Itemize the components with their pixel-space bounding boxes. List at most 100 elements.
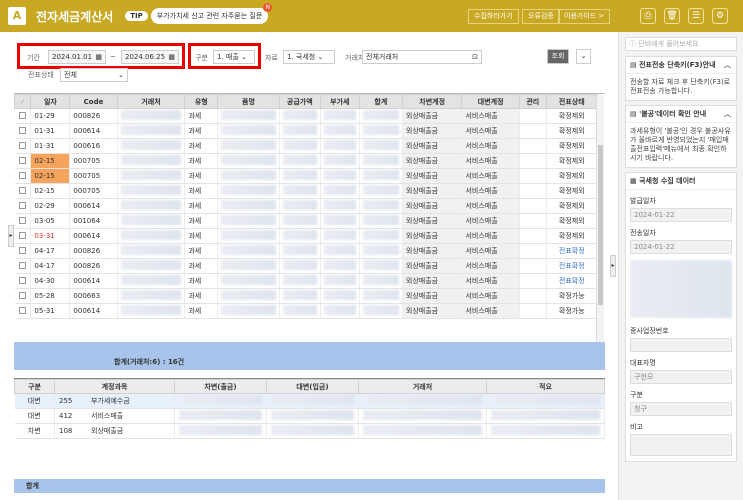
cell-partner[interactable] [117, 198, 186, 214]
checkbox-icon[interactable] [18, 261, 26, 269]
row-checkbox[interactable] [14, 183, 32, 199]
cell-vat[interactable] [320, 123, 360, 139]
row-checkbox[interactable] [14, 258, 32, 274]
chevron-up-icon[interactable]: ︿ [724, 106, 731, 122]
cell-item[interactable] [217, 243, 280, 259]
checkbox-icon[interactable] [18, 111, 26, 119]
cell-code[interactable]: 000616 [69, 138, 118, 154]
cell-type[interactable]: 과세 [184, 183, 219, 199]
table-row[interactable]: 04-17 000826 과세 외상매출금 서비스매출 전표확정 [14, 258, 599, 274]
detail-row[interactable]: 차변 108 외상매출금 [14, 423, 605, 439]
row-checkbox[interactable] [14, 303, 32, 319]
cell-code[interactable]: 000614 [69, 123, 118, 139]
cell-manage[interactable] [519, 288, 547, 304]
cell-code[interactable]: 000826 [69, 258, 118, 274]
checkbox-icon[interactable] [18, 291, 26, 299]
cell-vat[interactable] [320, 243, 360, 259]
cell-supply[interactable] [279, 153, 321, 169]
cell-total[interactable] [359, 213, 403, 229]
tip-link[interactable]: 부가가치세 신고 관련 자주묻는 질문 N [150, 3, 273, 24]
cell-vat[interactable] [320, 273, 360, 289]
cell-item[interactable] [217, 213, 280, 229]
cell-code[interactable]: 000705 [69, 183, 118, 199]
cell-account[interactable]: 255 부가세예수금 [54, 393, 175, 409]
cell-debit-amount[interactable] [174, 408, 267, 424]
table-row[interactable]: 03-05 001064 과세 외상매출금 서비스매출 확정제외 [14, 213, 599, 229]
cell-credit[interactable]: 서비스매출 [461, 138, 520, 154]
cell-type[interactable]: 과세 [184, 123, 219, 139]
cell-status[interactable]: 확정제외 [546, 123, 599, 139]
cell-date[interactable]: 04-30 [30, 273, 71, 289]
date-to-input[interactable]: 2024.06.25 ▦ [121, 50, 179, 64]
cell-partner[interactable] [117, 243, 186, 259]
date-from-input[interactable]: 2024.01.01 ▦ [48, 50, 106, 64]
table-row[interactable]: 01-31 000616 과세 외상매출금 서비스매출 확정제외 [14, 138, 599, 154]
cell-item[interactable] [217, 303, 280, 319]
assistant-search-input[interactable]: ⓘ 단비에게 물어보세요 [625, 37, 737, 51]
cell-detail-partner[interactable] [358, 393, 487, 409]
cell-type[interactable]: 과세 [184, 258, 219, 274]
collect-button[interactable]: 수집하러가기 [468, 9, 519, 24]
cell-debit[interactable]: 외상매출금 [402, 273, 463, 289]
cell-manage[interactable] [519, 123, 547, 139]
cell-credit[interactable]: 서비스매출 [461, 198, 520, 214]
cell-partner[interactable] [117, 258, 186, 274]
cell-date[interactable]: 02-15 [30, 183, 71, 199]
status-select[interactable]: 전체 ⌄ [60, 68, 128, 82]
detail-row[interactable]: 대변 255 부가세예수금 [14, 393, 605, 409]
cell-partner[interactable] [117, 288, 186, 304]
cell-manage[interactable] [519, 273, 547, 289]
cell-item[interactable] [217, 258, 280, 274]
cell-item[interactable] [217, 153, 280, 169]
cell-debit[interactable]: 외상매출금 [402, 153, 463, 169]
cell-credit[interactable]: 서비스매출 [461, 243, 520, 259]
table-row[interactable]: 01-29 000826 과세 외상매출금 서비스매출 확정제외 [14, 108, 599, 124]
col-supply[interactable]: 공급가액 [278, 94, 321, 109]
cell-item[interactable] [217, 108, 280, 124]
print-icon[interactable]: ⎙ [640, 8, 656, 24]
cell-total[interactable] [359, 153, 403, 169]
cell-supply[interactable] [279, 123, 321, 139]
cell-item[interactable] [217, 138, 280, 154]
cell-item[interactable] [217, 228, 280, 244]
cell-date[interactable]: 01-31 [30, 123, 71, 139]
cell-type[interactable]: 과세 [184, 243, 219, 259]
checkbox-icon[interactable] [18, 186, 26, 194]
cell-supply[interactable] [279, 213, 321, 229]
cell-debit[interactable]: 외상매출금 [402, 228, 463, 244]
cell-status[interactable]: 확정제외 [546, 138, 599, 154]
col-type[interactable]: 유형 [184, 94, 219, 109]
cell-vat[interactable] [320, 138, 360, 154]
cell-credit[interactable]: 서비스매출 [461, 303, 520, 319]
cell-code[interactable]: 000826 [69, 243, 118, 259]
cell-date[interactable]: 02-29 [30, 198, 71, 214]
cell-manage[interactable] [519, 258, 547, 274]
cell-manage[interactable] [519, 108, 547, 124]
cell-total[interactable] [359, 123, 403, 139]
table-row[interactable]: 01-31 000614 과세 외상매출금 서비스매출 확정제외 [14, 123, 599, 139]
row-checkbox[interactable] [14, 138, 32, 154]
cell-partner[interactable] [117, 228, 186, 244]
cell-vat[interactable] [320, 213, 360, 229]
shortcut-card-header[interactable]: ▤ 전표전송 단축키(F3)안내 ︿ [626, 57, 736, 74]
cell-memo[interactable] [486, 423, 605, 439]
cell-supply[interactable] [279, 198, 321, 214]
cell-credit[interactable]: 서비스매출 [461, 273, 520, 289]
row-checkbox[interactable] [14, 123, 32, 139]
cell-type[interactable]: 과세 [184, 138, 219, 154]
table-row[interactable]: 05-31 000614 과세 외상매출금 서비스매출 확정가능 [14, 303, 599, 319]
cell-debit[interactable]: 외상매출금 [402, 213, 463, 229]
calendar-icon[interactable]: ▦ [95, 51, 102, 63]
cell-type[interactable]: 과세 [184, 213, 219, 229]
cell-credit[interactable]: 서비스매출 [461, 123, 520, 139]
cell-date[interactable]: 04-17 [30, 243, 71, 259]
cell-credit[interactable]: 서비스매출 [461, 183, 520, 199]
cell-total[interactable] [359, 183, 403, 199]
cell-debit[interactable]: 외상매출금 [402, 303, 463, 319]
cell-total[interactable] [359, 198, 403, 214]
cell-credit[interactable]: 서비스매출 [461, 288, 520, 304]
cell-manage[interactable] [519, 213, 547, 229]
cell-date[interactable]: 05-31 [30, 303, 71, 319]
cell-manage[interactable] [519, 168, 547, 184]
more-options-button[interactable]: ⌄ [576, 49, 591, 64]
